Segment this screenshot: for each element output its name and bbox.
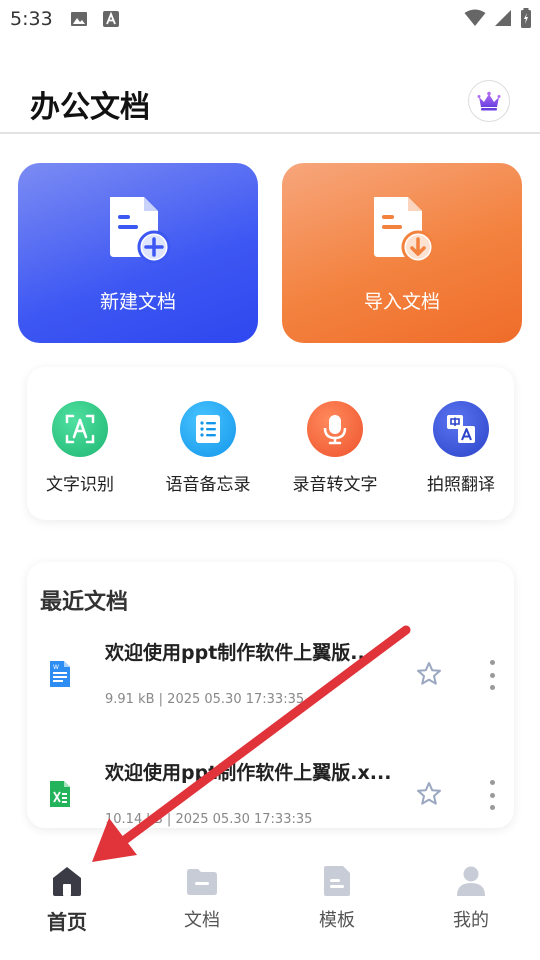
header-divider	[0, 132, 540, 134]
voice-memo-button[interactable]: 语音备忘录	[146, 401, 270, 495]
document-row[interactable]: W 欢迎使用ppt制作软件上翼版... 9.91 kB | 2025 05.30…	[27, 638, 514, 748]
image-icon	[71, 12, 87, 26]
folder-icon	[187, 869, 217, 895]
word-file-icon: W	[50, 661, 70, 687]
signal-icon	[495, 10, 511, 26]
translate-icon	[447, 415, 475, 443]
wifi-icon	[464, 9, 486, 26]
vip-button[interactable]	[468, 80, 510, 122]
star-icon[interactable]	[415, 780, 443, 808]
document-import-icon	[374, 197, 435, 264]
tools-panel: 文字识别 语音备忘录 录音转文字 拍照翻译	[27, 367, 514, 520]
tab-templates[interactable]: 模板	[282, 864, 392, 932]
status-bar: 5:33	[0, 0, 540, 40]
excel-file-icon	[50, 781, 70, 807]
photo-translate-button[interactable]: 拍照翻译	[399, 401, 523, 495]
document-row[interactable]: 欢迎使用ppt制作软件上翼版.x... 10.14 kB | 2025 05.3…	[27, 758, 514, 828]
tab-home[interactable]: 首页	[12, 864, 122, 935]
text-recognition-label: 文字识别	[46, 475, 114, 495]
document-add-icon	[110, 197, 171, 264]
text-recognition-button[interactable]: 文字识别	[18, 401, 142, 495]
bottom-tab-bar: 首页 文档 模板 我的	[0, 848, 540, 960]
document-meta: 10.14 kB | 2025 05.30 17:33:35	[105, 812, 313, 827]
document-name: 欢迎使用ppt制作软件上翼版...	[105, 642, 372, 664]
page-title: 办公文档	[30, 90, 150, 125]
tab-profile-label: 我的	[453, 910, 489, 931]
tab-documents-label: 文档	[184, 910, 220, 931]
battery-icon	[521, 8, 531, 28]
star-icon[interactable]	[415, 660, 443, 688]
tab-documents[interactable]: 文档	[147, 864, 257, 932]
new-document-button[interactable]: 新建文档	[18, 163, 258, 343]
document-name: 欢迎使用ppt制作软件上翼版.x...	[105, 762, 392, 784]
photo-translate-label: 拍照翻译	[427, 475, 495, 495]
more-options-icon[interactable]	[485, 660, 499, 690]
svg-text:W: W	[53, 664, 59, 671]
audio-to-text-label: 录音转文字	[292, 475, 378, 495]
voice-memo-label: 语音备忘录	[165, 475, 251, 495]
document-meta: 9.91 kB | 2025 05.30 17:33:35	[105, 692, 305, 707]
recent-documents-title: 最近文档	[40, 590, 129, 615]
home-icon	[53, 867, 81, 896]
user-icon	[457, 866, 485, 896]
tab-profile[interactable]: 我的	[416, 864, 526, 932]
memo-list-icon	[196, 415, 220, 443]
more-options-icon[interactable]	[485, 780, 499, 810]
microphone-icon	[323, 415, 347, 445]
template-icon	[324, 866, 350, 896]
recent-documents-panel: 最近文档 W 欢迎使用ppt制作软件上翼版... 9.91 kB | 2025 …	[27, 562, 514, 828]
tab-templates-label: 模板	[319, 910, 355, 931]
audio-to-text-button[interactable]: 录音转文字	[273, 401, 397, 495]
text-scan-icon	[65, 414, 95, 444]
font-a-icon	[103, 11, 119, 27]
new-document-label: 新建文档	[99, 291, 176, 313]
tab-home-label: 首页	[47, 910, 87, 934]
crown-icon	[477, 91, 501, 111]
header: 办公文档	[0, 40, 540, 132]
import-document-label: 导入文档	[363, 291, 440, 313]
import-document-button[interactable]: 导入文档	[282, 163, 522, 343]
status-time: 5:33	[10, 8, 53, 30]
